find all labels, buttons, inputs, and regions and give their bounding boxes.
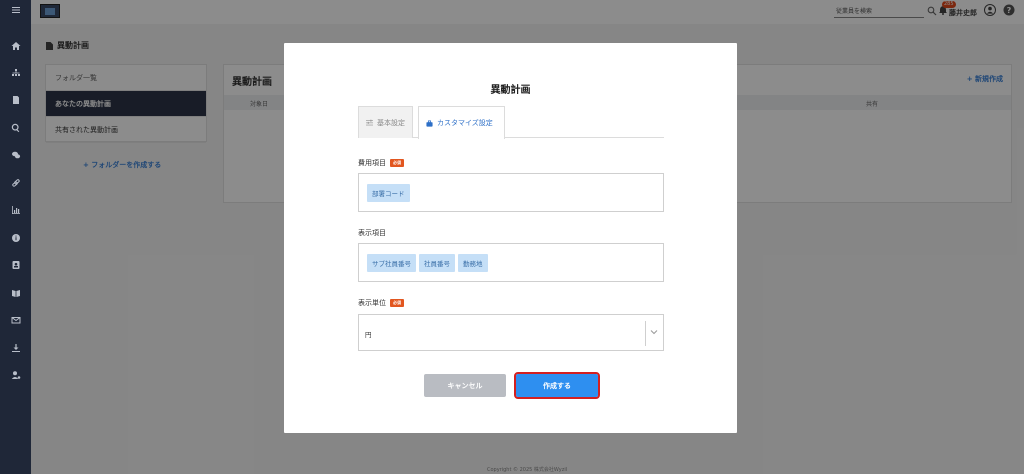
mail-icon[interactable]: [0, 311, 31, 329]
modal-title: 異動計画: [490, 85, 531, 96]
display-items-label-text: 表示項目: [358, 229, 386, 237]
cancel-button[interactable]: キャンセル: [424, 374, 506, 397]
org-chart-icon[interactable]: [0, 64, 31, 82]
tab-custom-label: カスタマイズ設定: [437, 119, 493, 127]
chevron-down-icon[interactable]: [650, 328, 658, 336]
document-icon[interactable]: [0, 91, 31, 109]
cost-items-label: 費用項目 必須: [358, 158, 404, 168]
create-transfer-plan-modal: 異動計画 基本設定 カスタマイズ設定 費用項目 必須 部署コード 表示項目 サブ…: [284, 43, 737, 433]
tab-custom-settings[interactable]: カスタマイズ設定: [418, 106, 505, 139]
display-items-field[interactable]: サブ社員番号 社員番号 勤務地: [358, 243, 664, 282]
display-unit-select[interactable]: 円: [358, 314, 664, 351]
tab-basic-label: 基本設定: [377, 118, 405, 127]
book-icon[interactable]: [0, 284, 31, 302]
sliders-icon: [366, 119, 373, 126]
menu-icon[interactable]: [0, 1, 31, 19]
chip-work-location[interactable]: 勤務地: [458, 253, 488, 272]
chip-department-code[interactable]: 部署コード: [367, 183, 410, 202]
briefcase-icon: [426, 119, 433, 127]
home-icon[interactable]: [0, 37, 31, 55]
display-unit-label-text: 表示単位: [358, 299, 386, 307]
chip-sub-employee-number[interactable]: サブ社員番号: [367, 253, 416, 272]
search-nav-icon[interactable]: [0, 119, 31, 137]
display-unit-label: 表示単位 必須: [358, 298, 404, 308]
display-unit-value: 円: [365, 331, 372, 339]
chat-icon[interactable]: [0, 146, 31, 164]
tab-basic-settings[interactable]: 基本設定: [358, 106, 413, 138]
modal-tabs: 基本設定 カスタマイズ設定: [358, 106, 664, 139]
side-navigation: [0, 0, 31, 474]
info-icon[interactable]: [0, 229, 31, 247]
display-items-label: 表示項目: [358, 228, 386, 238]
contact-card-icon[interactable]: [0, 256, 31, 274]
chip-employee-number[interactable]: 社員番号: [419, 253, 455, 272]
link-icon[interactable]: [0, 174, 31, 192]
user-settings-icon[interactable]: [0, 366, 31, 384]
required-badge: 必須: [390, 299, 404, 307]
select-divider: [645, 321, 646, 346]
download-icon[interactable]: [0, 339, 31, 357]
cost-items-field[interactable]: 部署コード: [358, 173, 664, 212]
create-button[interactable]: 作成する: [514, 372, 600, 399]
required-badge: 必須: [390, 159, 404, 167]
bar-chart-icon[interactable]: [0, 201, 31, 219]
cost-items-label-text: 費用項目: [358, 159, 386, 167]
